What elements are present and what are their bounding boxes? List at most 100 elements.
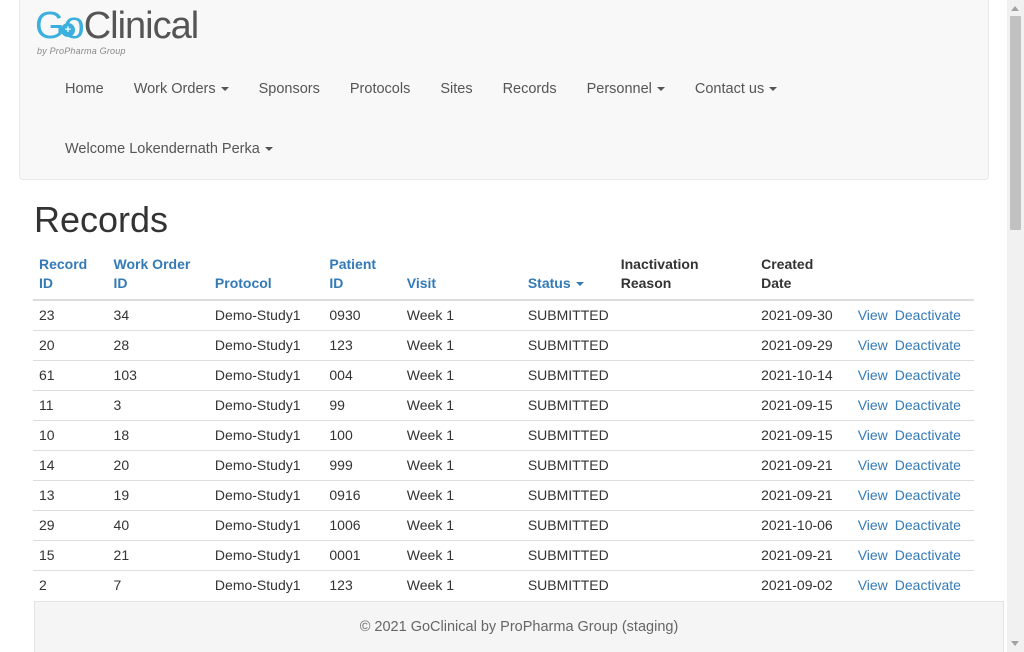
deactivate-link[interactable]: Deactivate: [895, 487, 961, 503]
cell-reason: [614, 419, 756, 450]
nav-item-protocols[interactable]: Protocols: [335, 78, 425, 100]
cell-actions: View Deactivate: [851, 509, 974, 540]
table-row: 13 19 Demo-Study1 0916 Week 1 SUBMITTED 2021-0…: [33, 479, 974, 510]
cell-visit: Week 1: [400, 479, 522, 510]
scrollbar-thumb[interactable]: [1010, 16, 1021, 230]
table-row: 61 103 Demo-Study1 004 Week 1 SUBMITTED 2021-1…: [33, 359, 974, 390]
scroll-down-arrow-icon[interactable]: [1011, 641, 1019, 646]
logo-clinical-text: Clinical: [83, 5, 199, 47]
scroll-up-arrow-icon[interactable]: [1011, 6, 1019, 11]
cell-created: 2021-10-14: [755, 359, 852, 390]
user-nav: Welcome Lokendernath Perka: [50, 138, 288, 160]
nav-item-records[interactable]: Records: [488, 78, 572, 100]
nav-item-sponsors[interactable]: Sponsors: [244, 78, 335, 100]
view-link[interactable]: View: [858, 487, 888, 503]
cell-actions: View Deactivate: [851, 449, 974, 480]
cell-actions: View Deactivate: [851, 329, 974, 360]
view-link[interactable]: View: [858, 427, 888, 443]
main-nav: Home Work Orders Sponsors Protocols Sites Rec…: [50, 78, 792, 100]
nav-item-home[interactable]: Home: [50, 78, 119, 100]
view-link[interactable]: View: [858, 517, 888, 533]
cell-protocol: Demo-Study1: [208, 359, 324, 390]
cell-visit: Week 1: [400, 299, 522, 330]
table-row: 29 40 Demo-Study1 1006 Week 1 SUBMITTED 2021-1…: [33, 509, 974, 540]
nav-item-label: Work Orders: [133, 81, 216, 97]
deactivate-link[interactable]: Deactivate: [895, 307, 961, 323]
deactivate-link[interactable]: Deactivate: [895, 547, 961, 563]
header-record-id[interactable]: Record ID: [33, 252, 108, 301]
view-link[interactable]: View: [858, 397, 888, 413]
cell-record-id: 11: [33, 389, 108, 420]
deactivate-link[interactable]: Deactivate: [895, 337, 961, 353]
cell-reason: [614, 449, 756, 480]
cell-visit: Week 1: [400, 359, 522, 390]
deactivate-link[interactable]: Deactivate: [895, 517, 961, 533]
cell-created: 2021-10-06: [755, 509, 852, 540]
cell-visit: Week 1: [400, 389, 522, 420]
vertical-scrollbar[interactable]: [1007, 0, 1024, 652]
cell-protocol: Demo-Study1: [208, 389, 324, 420]
nav-item-label: Sponsors: [258, 81, 320, 97]
nav-item-sites[interactable]: Sites: [425, 78, 487, 100]
header-visit[interactable]: Visit: [400, 252, 522, 301]
user-menu[interactable]: Welcome Lokendernath Perka: [50, 138, 288, 160]
cell-visit: Week 1: [400, 419, 522, 450]
cell-reason: [614, 479, 756, 510]
cell-record-id: 15: [33, 539, 108, 570]
header-patient-id[interactable]: Patient ID: [323, 252, 401, 301]
cell-actions: View Deactivate: [851, 419, 974, 450]
cell-reason: [614, 389, 756, 420]
cell-status: SUBMITTED: [521, 359, 615, 390]
cell-reason: [614, 359, 756, 390]
cell-actions: View Deactivate: [851, 299, 974, 330]
cell-status: SUBMITTED: [521, 569, 615, 600]
cell-status: SUBMITTED: [521, 509, 615, 540]
header-inactivation-reason: Inactivation Reason: [614, 252, 756, 301]
cell-patient-id: 1006: [323, 509, 401, 540]
deactivate-link[interactable]: Deactivate: [895, 397, 961, 413]
view-link[interactable]: View: [858, 457, 888, 473]
cell-status: SUBMITTED: [521, 329, 615, 360]
cell-work-order-id: 20: [107, 449, 209, 480]
header-work-order-id[interactable]: Work Order ID: [107, 252, 209, 301]
caret-down-icon: [220, 87, 229, 92]
cell-reason: [614, 539, 756, 570]
cell-actions: View Deactivate: [851, 479, 974, 510]
logo-go-text: Go: [35, 5, 85, 47]
header-protocol[interactable]: Protocol: [208, 252, 324, 301]
cell-visit: Week 1: [400, 539, 522, 570]
view-link[interactable]: View: [858, 337, 888, 353]
nav-item-personnel[interactable]: Personnel: [572, 78, 680, 100]
nav-item-label: Contact us: [694, 81, 765, 97]
table-row: 10 18 Demo-Study1 100 Week 1 SUBMITTED 2021-09…: [33, 419, 974, 450]
deactivate-link[interactable]: Deactivate: [895, 577, 961, 593]
logo-subtitle: by ProPharma Group: [37, 46, 126, 56]
cell-actions: View Deactivate: [851, 539, 974, 570]
user-menu-label: Welcome Lokendernath Perka: [65, 141, 260, 157]
cell-record-id: 10: [33, 419, 108, 450]
cell-work-order-id: 103: [107, 359, 209, 390]
cell-created: 2021-09-21: [755, 449, 852, 480]
view-link[interactable]: View: [858, 367, 888, 383]
cell-status: SUBMITTED: [521, 449, 615, 480]
cell-visit: Week 1: [400, 329, 522, 360]
cell-work-order-id: 21: [107, 539, 209, 570]
cell-visit: Week 1: [400, 449, 522, 480]
table-row: 14 20 Demo-Study1 999 Week 1 SUBMITTED 2021-09…: [33, 449, 974, 480]
table-row: 20 28 Demo-Study1 123 Week 1 SUBMITTED 2021-09…: [33, 329, 974, 360]
cell-protocol: Demo-Study1: [208, 329, 324, 360]
deactivate-link[interactable]: Deactivate: [895, 457, 961, 473]
goclinical-logo[interactable]: GoClinical + by ProPharma Group: [35, 5, 199, 56]
nav-item-contact-us[interactable]: Contact us: [680, 78, 792, 100]
table-row: 15 21 Demo-Study1 0001 Week 1 SUBMITTED 2021-0…: [33, 539, 974, 570]
view-link[interactable]: View: [858, 577, 888, 593]
header-status[interactable]: Status: [521, 252, 615, 301]
cell-protocol: Demo-Study1: [208, 299, 324, 330]
view-link[interactable]: View: [858, 547, 888, 563]
nav-item-work-orders[interactable]: Work Orders: [119, 78, 244, 100]
sort-caret-icon: [575, 282, 584, 287]
cell-record-id: 20: [33, 329, 108, 360]
deactivate-link[interactable]: Deactivate: [895, 427, 961, 443]
deactivate-link[interactable]: Deactivate: [895, 367, 961, 383]
view-link[interactable]: View: [858, 307, 888, 323]
